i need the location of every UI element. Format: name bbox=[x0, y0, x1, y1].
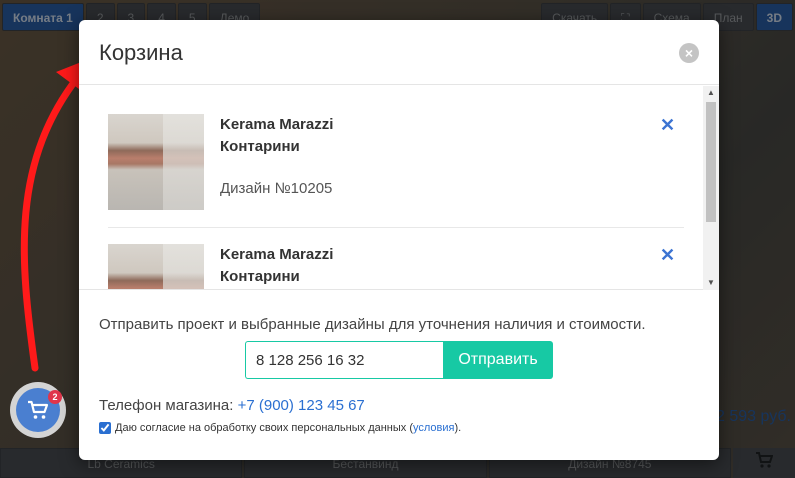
item-collection: Контарини bbox=[220, 138, 300, 155]
scroll-down-icon[interactable]: ▼ bbox=[703, 276, 719, 290]
cart-items-list[interactable]: Kerama Marazzi Контарини Дизайн №10205 ✕… bbox=[79, 86, 719, 290]
shop-phone-link[interactable]: +7 (900) 123 45 67 bbox=[238, 397, 365, 414]
cart-button[interactable]: 2 bbox=[10, 382, 66, 438]
item-design: Дизайн №10205 bbox=[220, 180, 333, 197]
shop-phone-label: Телефон магазина: bbox=[99, 397, 234, 414]
send-description: Отправить проект и выбранные дизайны для… bbox=[99, 316, 646, 333]
list-item: Kerama Marazzi Контарини Дизайн №10205 ✕ bbox=[108, 114, 684, 254]
phone-form: Отправить bbox=[245, 341, 553, 379]
design-thumbnail[interactable] bbox=[108, 114, 204, 210]
remove-item-icon[interactable]: ✕ bbox=[660, 116, 675, 134]
close-icon[interactable]: × bbox=[679, 43, 699, 63]
cart-icon-circle: 2 bbox=[16, 388, 62, 432]
item-collection: Контарини bbox=[220, 268, 300, 285]
item-brand: Kerama Marazzi bbox=[220, 246, 334, 263]
design-thumbnail[interactable] bbox=[108, 244, 204, 289]
consent-text: Даю согласие на обработку своих персонал… bbox=[115, 422, 462, 434]
scroll-up-icon[interactable]: ▲ bbox=[703, 86, 719, 100]
consent-terms-link[interactable]: условия bbox=[413, 422, 454, 434]
cart-icon bbox=[28, 400, 49, 419]
list-item: Kerama Marazzi Контарини ✕ bbox=[108, 244, 684, 289]
send-button[interactable]: Отправить bbox=[443, 341, 553, 379]
modal-title: Корзина bbox=[99, 40, 183, 65]
item-divider bbox=[108, 227, 684, 228]
item-brand: Kerama Marazzi bbox=[220, 116, 334, 133]
consent-checkbox[interactable] bbox=[99, 422, 111, 434]
consent-row: Даю согласие на обработку своих персонал… bbox=[99, 422, 461, 434]
scrollbar[interactable]: ▲ ▼ bbox=[703, 86, 719, 290]
phone-input[interactable] bbox=[245, 341, 443, 379]
cart-modal: Корзина × Kerama Marazzi Контарини Дизай… bbox=[79, 20, 719, 460]
shop-phone-line: Телефон магазина: +7 (900) 123 45 67 bbox=[99, 397, 365, 414]
modal-header: Корзина × bbox=[79, 20, 719, 85]
cart-count-badge: 2 bbox=[48, 390, 62, 404]
scroll-thumb[interactable] bbox=[706, 102, 716, 222]
remove-item-icon[interactable]: ✕ bbox=[660, 246, 675, 264]
